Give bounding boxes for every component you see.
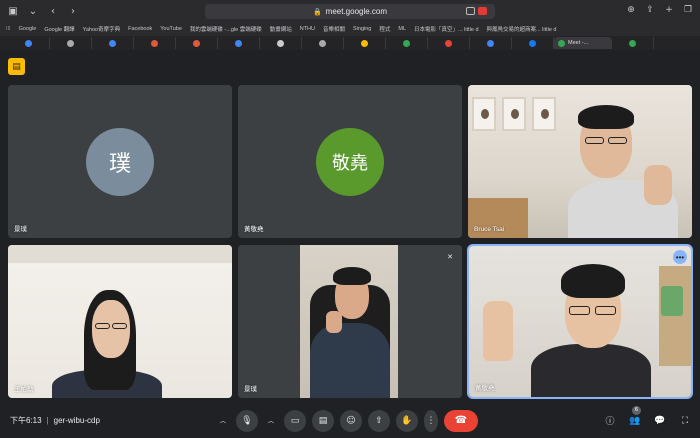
tab[interactable] <box>344 37 386 49</box>
emoji-reaction-button[interactable]: ☺ <box>340 409 362 432</box>
avatar: 璞 <box>86 127 154 196</box>
tab[interactable] <box>612 37 654 49</box>
chevron-down-icon[interactable]: ⌄ <box>26 4 40 18</box>
bookmark-item[interactable]: 我的雲端硬碟 -...gle 雲端硬碟 <box>190 25 262 33</box>
participant-tile[interactable]: ✕ 景璞 <box>238 245 462 398</box>
share-icon[interactable]: ⇪ <box>644 4 656 16</box>
tab[interactable] <box>50 37 92 49</box>
participant-name: 黃敬堯 <box>475 385 495 392</box>
participant-name: Bruce Tsai <box>474 226 505 233</box>
bookmark-item[interactable]: 動畫網站 <box>270 25 292 33</box>
bookmark-item[interactable]: Singing <box>353 26 371 32</box>
participant-name: 景璞 <box>244 386 257 393</box>
camera-options-chevron-icon[interactable]: ︿ <box>264 410 278 432</box>
download-icon[interactable]: ⊕ <box>625 4 637 16</box>
video-feed <box>468 85 692 238</box>
meeting-info: 下午6:13 | ger-wibu-cdp <box>10 416 100 425</box>
leave-call-button[interactable]: ☎ <box>444 409 478 432</box>
tab[interactable] <box>218 37 260 49</box>
participant-tile-self[interactable]: ••• 黃敬堯 <box>467 244 693 399</box>
participant-tile[interactable]: 王柏勳 <box>8 245 232 398</box>
bookmark-item[interactable]: Google <box>19 26 37 32</box>
meeting-details-icon[interactable]: ⓘ <box>603 414 617 428</box>
activities-badge-icon[interactable]: ▤ <box>8 58 25 75</box>
tab[interactable] <box>8 37 50 49</box>
bookmark-item[interactable]: YouTube <box>160 26 182 32</box>
bookmark-item[interactable]: NTHU <box>300 26 315 32</box>
browser-toolbar: ▣ ⌄ ‹ › ◐ 🔒 meet.google.com ⊕ ⇪ + ❐ <box>0 0 700 22</box>
tab[interactable] <box>470 37 512 49</box>
participant-name: 黃敬堯 <box>244 226 264 233</box>
browser-chrome: ▣ ⌄ ‹ › ◐ 🔒 meet.google.com ⊕ ⇪ + ❐ ⁞⁞⁞ … <box>0 0 700 36</box>
tab-strip: Meet -... <box>0 36 700 50</box>
meet-stage: ▤ 璞 景璞 敬堯 黃敬堯 Bruce Tsai 王柏勳 ✕ 景璞 ••• 黃敬… <box>0 50 700 438</box>
bookmark-item[interactable]: 與鳳鳧交易的超商案... little d <box>487 25 557 33</box>
bookmark-item[interactable]: 程式 <box>379 25 390 33</box>
activities-icon[interactable]: ⛶ <box>678 414 692 428</box>
tab-overview-icon[interactable]: ❐ <box>682 4 694 16</box>
tab[interactable] <box>302 37 344 49</box>
people-icon[interactable]: 👥 6 <box>628 405 642 428</box>
participant-tile[interactable]: Bruce Tsai <box>468 85 692 238</box>
video-feed <box>8 245 232 398</box>
new-tab-icon[interactable]: + <box>663 4 675 16</box>
tab[interactable] <box>134 37 176 49</box>
participant-tile[interactable]: 敬堯 黃敬堯 <box>238 85 462 238</box>
camera-recording-icon[interactable] <box>478 7 487 15</box>
address-bar[interactable]: 🔒 meet.google.com <box>205 4 495 19</box>
more-options-icon[interactable]: ••• <box>673 250 687 264</box>
mic-off-icon: ✕ <box>447 253 453 261</box>
participant-name: 王柏勳 <box>14 386 34 393</box>
raise-hand-button[interactable]: ✋ <box>396 409 418 432</box>
mic-options-chevron-icon[interactable]: ︿ <box>216 410 230 432</box>
forward-icon[interactable]: › <box>66 4 80 18</box>
screen-share-icon[interactable] <box>466 7 475 15</box>
meeting-code: ger-wibu-cdp <box>53 416 100 425</box>
tab[interactable] <box>176 37 218 49</box>
tab[interactable] <box>386 37 428 49</box>
camera-button[interactable]: ▭ <box>284 409 306 432</box>
participant-tile[interactable]: 璞 景璞 <box>8 85 232 238</box>
lock-icon: 🔒 <box>312 8 322 16</box>
bookmark-item[interactable]: 日本電影「真空」... little d <box>414 25 478 33</box>
back-icon[interactable]: ‹ <box>46 4 60 18</box>
bookmark-item[interactable]: Google 翻譯 <box>44 25 74 33</box>
current-time: 下午6:13 <box>10 416 42 425</box>
tab[interactable] <box>512 37 554 49</box>
participant-name: 景璞 <box>14 226 27 233</box>
video-feed <box>238 245 462 398</box>
tab-meet[interactable]: Meet -... <box>554 37 612 49</box>
bookmarks-bar: ⁞⁞⁞ Google Google 翻譯 Yahoo奇摩字典 Facebook … <box>0 22 700 36</box>
avatar: 敬堯 <box>316 127 384 196</box>
bookmark-item[interactable]: 音樂相關 <box>323 25 345 33</box>
sidebar-icon[interactable]: ▣ <box>6 4 20 18</box>
more-options-button[interactable]: ⋮ <box>424 409 438 432</box>
bookmark-item[interactable]: Facebook <box>128 26 152 32</box>
tab[interactable] <box>428 37 470 49</box>
captions-button[interactable]: ▤ <box>312 409 334 432</box>
control-bar: 下午6:13 | ger-wibu-cdp ︿ 🎙 ︿ ▭ ▤ ☺ ⇧ ✋ ⋮ ☎ … <box>0 403 700 438</box>
bookmark-item[interactable]: Yahoo奇摩字典 <box>83 25 121 33</box>
url-text: meet.google.com <box>325 7 388 16</box>
tab[interactable] <box>260 37 302 49</box>
people-count-badge: 6 <box>632 405 641 415</box>
tab[interactable] <box>92 37 134 49</box>
present-screen-button[interactable]: ⇧ <box>368 409 390 432</box>
chat-icon[interactable]: 💬 <box>653 414 667 428</box>
bookmark-item[interactable]: ML <box>398 26 406 32</box>
video-feed <box>469 246 691 397</box>
tab-label: Meet -... <box>568 40 589 46</box>
microphone-button[interactable]: 🎙 <box>236 409 258 432</box>
bookmark-apps-icon[interactable]: ⁞⁞⁞ <box>6 26 11 32</box>
